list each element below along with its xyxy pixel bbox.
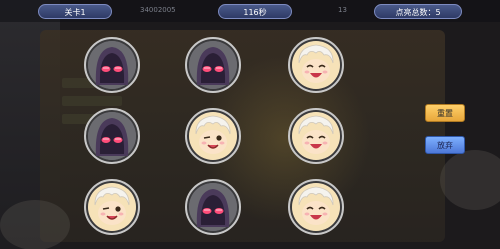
- give-up-button[interactable]: 放弃: [425, 136, 465, 154]
- avatar-tile-boy-happy[interactable]: [288, 37, 344, 93]
- timer-display: 116秒: [218, 4, 292, 19]
- avatar-tile-hooded-lit[interactable]: [84, 37, 140, 93]
- boy-happy-icon: [292, 112, 340, 160]
- background-list-item: [62, 96, 122, 106]
- background-cloud: [440, 150, 500, 210]
- boy-wink-icon: [189, 112, 237, 160]
- avatar-tile-boy-wink[interactable]: [84, 179, 140, 235]
- faded-score-text: 34002005: [140, 6, 176, 14]
- boy-happy-icon: [292, 183, 340, 231]
- background-cloud: [0, 200, 70, 249]
- top-hud-bar: 关卡1 34002005 116秒 13 点亮总数：5: [0, 0, 500, 22]
- hooded-lit-icon: [88, 112, 136, 160]
- level-indicator: 关卡1: [38, 4, 112, 19]
- avatar-tile-hooded-lit[interactable]: [185, 37, 241, 93]
- game-background: [0, 0, 500, 249]
- boy-happy-icon: [292, 41, 340, 89]
- avatar-tile-hooded-lit[interactable]: [185, 179, 241, 235]
- hooded-lit-icon: [189, 183, 237, 231]
- hooded-lit-icon: [88, 41, 136, 89]
- avatar-tile-boy-happy[interactable]: [288, 179, 344, 235]
- faded-count-text: 13: [338, 6, 347, 14]
- avatar-tile-hooded-lit[interactable]: [84, 108, 140, 164]
- boy-wink-icon: [88, 183, 136, 231]
- hooded-lit-icon: [189, 41, 237, 89]
- avatar-tile-boy-wink[interactable]: [185, 108, 241, 164]
- lit-total-counter: 点亮总数：5: [374, 4, 462, 19]
- reset-button[interactable]: 重置: [425, 104, 465, 122]
- avatar-tile-boy-happy[interactable]: [288, 108, 344, 164]
